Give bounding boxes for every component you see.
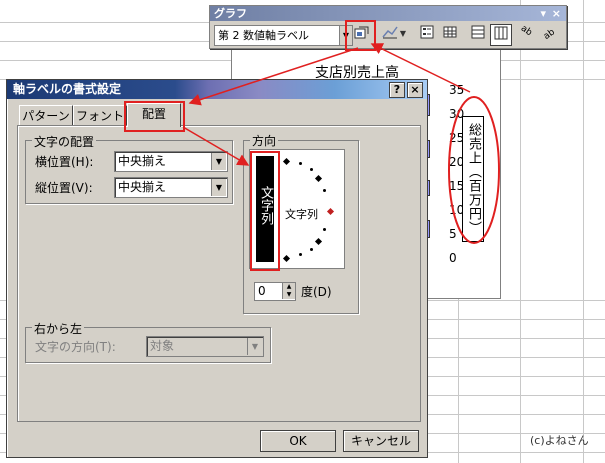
alignment-tab-highlight — [124, 101, 185, 132]
watermark: (c)よねさん — [530, 434, 589, 447]
annotation-arrows — [182, 43, 471, 166]
